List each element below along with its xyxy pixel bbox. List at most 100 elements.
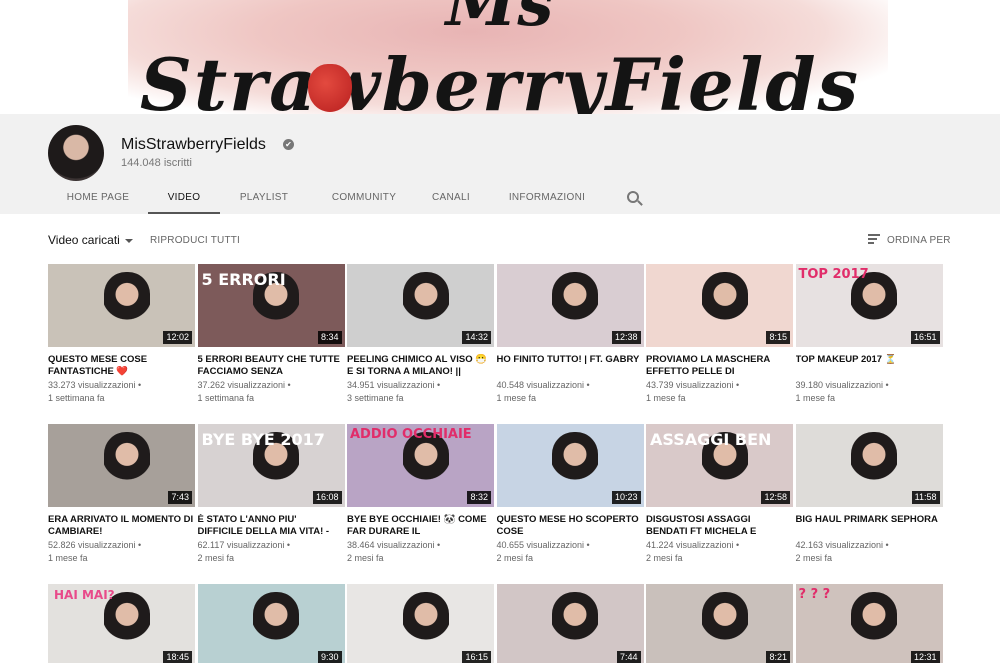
video-age: 1 mese fa: [795, 392, 836, 403]
video-card[interactable]: 12:02 QUESTO MESE COSE FANTASTICHE ❤️ 33.2…: [48, 264, 195, 424]
video-thumbnail[interactable]: 7:44: [496, 584, 644, 663]
video-card[interactable]: 8:15 PROVIAMO LA MASCHERA EFFETTO PELLE D…: [646, 264, 793, 424]
video-age: 1 settimana fa: [197, 392, 255, 403]
video-title[interactable]: È STATO L'ANNO PIU' DIFFICILE DELLA MIA …: [198, 514, 345, 537]
video-views: 34.951 visualizzazioni •: [347, 380, 441, 390]
video-card[interactable]: ASSAGGI BEN 12:58 DISGUSTOSI ASSAGGI BENDA…: [646, 424, 793, 584]
video-card[interactable]: ? ? ? 12:31: [795, 584, 943, 663]
video-card[interactable]: 7:43 ERA ARRIVATO IL MOMENTO DI CAMBIARE!…: [48, 424, 195, 584]
channel-banner: Ms StrawberryFields: [0, 0, 1000, 114]
thumbnail-figure: [402, 432, 449, 507]
video-card[interactable]: 14:32 PEELING CHIMICO AL VISO 😷 E SI TORN…: [347, 264, 494, 424]
video-thumbnail[interactable]: 11:58: [795, 424, 943, 507]
video-card[interactable]: 16:15: [347, 584, 494, 663]
video-duration: 12:31: [910, 651, 940, 663]
video-title[interactable]: PEELING CHIMICO AL VISO 😷 E SI TORNA A M…: [347, 354, 494, 377]
video-thumbnail[interactable]: ? ? ? 12:31: [795, 584, 943, 663]
verified-icon: ✔: [283, 139, 294, 150]
video-meta: 62.117 visualizzazioni • 2 mesi fa: [198, 539, 345, 564]
avatar[interactable]: [48, 125, 104, 181]
caret-down-icon: [124, 238, 133, 243]
video-title[interactable]: QUESTO MESE HO SCOPERTO COSE: [497, 514, 644, 537]
thumbnail-overlay-text: ASSAGGI BEN: [650, 430, 772, 449]
video-meta: 34.951 visualizzazioni • 3 settimane fa: [347, 379, 494, 404]
video-card[interactable]: 7:44: [496, 584, 644, 663]
video-title[interactable]: 5 ERRORI BEAUTY CHE TUTTE FACCIAMO SENZA: [198, 354, 345, 377]
video-thumbnail[interactable]: HAI MAI? 18:45: [48, 584, 195, 663]
video-thumbnail[interactable]: 14:32: [347, 264, 494, 347]
video-thumbnail[interactable]: ASSAGGI BEN 12:58: [646, 424, 793, 507]
video-card[interactable]: 10:23 QUESTO MESE HO SCOPERTO COSE 40.655 …: [496, 424, 644, 584]
video-thumbnail[interactable]: TOP 2017 16:51: [795, 264, 943, 347]
tab-playlist[interactable]: PLAYLIST: [220, 186, 308, 214]
sort-icon[interactable]: [868, 234, 880, 244]
video-meta: 37.262 visualizzazioni • 1 settimana fa: [198, 379, 345, 404]
channel-name[interactable]: MisStrawberryFields: [121, 136, 266, 154]
video-duration: 18:45: [163, 651, 192, 663]
video-duration: 10:23: [611, 491, 641, 504]
video-title[interactable]: PROVIAMO LA MASCHERA EFFETTO PELLE DI: [646, 354, 793, 377]
video-thumbnail[interactable]: BYE BYE 2017 16:08: [197, 424, 345, 507]
uploads-dropdown[interactable]: Video caricati: [48, 233, 133, 247]
tab-about[interactable]: INFORMAZIONI: [482, 186, 612, 214]
video-duration: 12:38: [611, 331, 641, 344]
thumbnail-figure: [402, 592, 449, 663]
video-age: 2 mesi fa: [795, 552, 833, 563]
video-duration: 7:44: [616, 651, 641, 663]
search-icon[interactable]: [627, 191, 639, 203]
video-thumbnail[interactable]: 8:15: [646, 264, 793, 347]
video-card[interactable]: TOP 2017 16:51 TOP MAKEUP 2017 ⏳ 39.180 vis…: [795, 264, 943, 424]
banner-logo-top: Ms: [445, 0, 555, 41]
video-views: 37.262 visualizzazioni •: [197, 380, 291, 390]
video-thumbnail[interactable]: 10:23: [496, 424, 644, 507]
tab-home[interactable]: HOME PAGE: [48, 186, 148, 214]
video-meta: 40.655 visualizzazioni • 2 mesi fa: [497, 539, 644, 564]
tab-video[interactable]: VIDEO: [148, 186, 220, 214]
video-duration: 8:34: [317, 331, 342, 344]
video-thumbnail[interactable]: 12:38: [496, 264, 644, 347]
video-title[interactable]: HO FINITO TUTTO! | ft. Gabry: [497, 354, 644, 377]
video-thumbnail[interactable]: ADDIO OCCHIAIE 8:32: [347, 424, 494, 507]
video-age: 2 mesi fa: [197, 552, 235, 563]
video-thumbnail[interactable]: 12:02: [48, 264, 195, 347]
video-title[interactable]: DISGUSTOSI ASSAGGI BENDATI ft MICHELA e: [646, 514, 793, 537]
video-thumbnail[interactable]: 8:21: [646, 584, 793, 663]
sort-by-button[interactable]: ORDINA PER: [887, 235, 951, 246]
video-title[interactable]: TOP MAKEUP 2017 ⏳: [796, 354, 943, 377]
thumbnail-figure: [402, 272, 449, 347]
tab-channels[interactable]: CANALI: [420, 186, 482, 214]
video-card[interactable]: 9:30: [197, 584, 345, 663]
video-card[interactable]: ADDIO OCCHIAIE 8:32 BYE BYE OCCHIAIE! 🐼 CO…: [347, 424, 494, 584]
thumbnail-figure: [851, 432, 898, 507]
play-all-button[interactable]: RIPRODUCI TUTTI: [150, 235, 240, 246]
video-title[interactable]: ERA ARRIVATO IL MOMENTO DI CAMBIARE!: [48, 514, 195, 537]
video-thumbnail[interactable]: 5 ERRORI 8:34: [197, 264, 345, 347]
channel-header: MisStrawberryFields ✔ 144.048 iscritti H…: [0, 114, 1000, 214]
video-card[interactable]: BYE BYE 2017 16:08 È STATO L'ANNO PIU' DIF…: [197, 424, 345, 584]
video-card[interactable]: 5 ERRORI 8:34 5 ERRORI BEAUTY CHE TUTTE FA…: [197, 264, 345, 424]
video-duration: 16:51: [910, 331, 940, 344]
video-title[interactable]: BIG HAUL PRIMARK SEPHORA: [796, 514, 943, 537]
thumbnail-figure: [552, 592, 599, 663]
video-age: 1 mese fa: [48, 552, 88, 563]
video-title[interactable]: BYE BYE OCCHIAIE! 🐼 COME FAR DURARE IL: [347, 514, 494, 537]
thumbnail-overlay-text: BYE BYE 2017: [201, 430, 325, 449]
video-views: 62.117 visualizzazioni •: [197, 540, 291, 550]
video-thumbnail[interactable]: 7:43: [48, 424, 195, 507]
thumbnail-figure: [851, 272, 898, 347]
video-meta: 38.464 visualizzazioni • 2 mesi fa: [347, 539, 494, 564]
video-card[interactable]: 8:21: [646, 584, 793, 663]
thumbnail-figure: [552, 432, 599, 507]
video-duration: 8:32: [467, 491, 491, 504]
video-thumbnail[interactable]: 9:30: [197, 584, 345, 663]
video-card[interactable]: HAI MAI? 18:45: [48, 584, 195, 663]
video-title[interactable]: QUESTO MESE COSE FANTASTICHE ❤️: [48, 354, 195, 377]
tab-community[interactable]: COMMUNITY: [308, 186, 420, 214]
video-views: 52.826 visualizzazioni •: [48, 540, 142, 550]
video-card[interactable]: 12:38 HO FINITO TUTTO! | ft. Gabry 40.548 …: [496, 264, 644, 424]
video-card[interactable]: 11:58 BIG HAUL PRIMARK SEPHORA 42.163 visu…: [795, 424, 943, 584]
video-thumbnail[interactable]: 16:15: [347, 584, 494, 663]
video-duration: 12:02: [163, 331, 192, 344]
thumbnail-overlay-text: ? ? ?: [798, 587, 831, 602]
video-age: 1 mese fa: [646, 392, 686, 403]
